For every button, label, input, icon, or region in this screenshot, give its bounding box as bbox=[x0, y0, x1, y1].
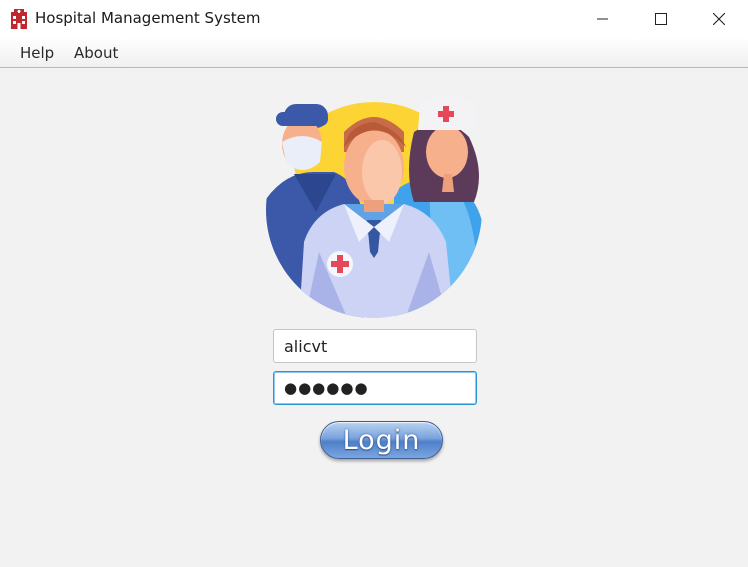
window-title: Hospital Management System bbox=[35, 9, 261, 27]
password-value: ●●●●●● bbox=[284, 379, 369, 397]
username-value: alicvt bbox=[284, 336, 328, 356]
maximize-icon bbox=[655, 12, 667, 25]
username-field[interactable]: alicvt bbox=[273, 329, 477, 363]
close-icon bbox=[713, 12, 725, 25]
medical-staff-illustration bbox=[266, 96, 482, 318]
login-button[interactable]: Login bbox=[320, 421, 443, 459]
hospital-building-icon bbox=[11, 9, 27, 29]
menu-help[interactable]: Help bbox=[20, 44, 54, 62]
menu-about[interactable]: About bbox=[74, 44, 118, 62]
login-button-label: Login bbox=[342, 424, 421, 456]
menu-bar: Help About bbox=[0, 37, 748, 68]
title-bar: Hospital Management System bbox=[0, 0, 748, 37]
password-field[interactable]: ●●●●●● bbox=[273, 371, 477, 405]
minimize-button[interactable] bbox=[574, 0, 632, 37]
close-button[interactable] bbox=[690, 0, 748, 37]
minimize-icon bbox=[597, 18, 608, 19]
maximize-button[interactable] bbox=[632, 0, 690, 37]
